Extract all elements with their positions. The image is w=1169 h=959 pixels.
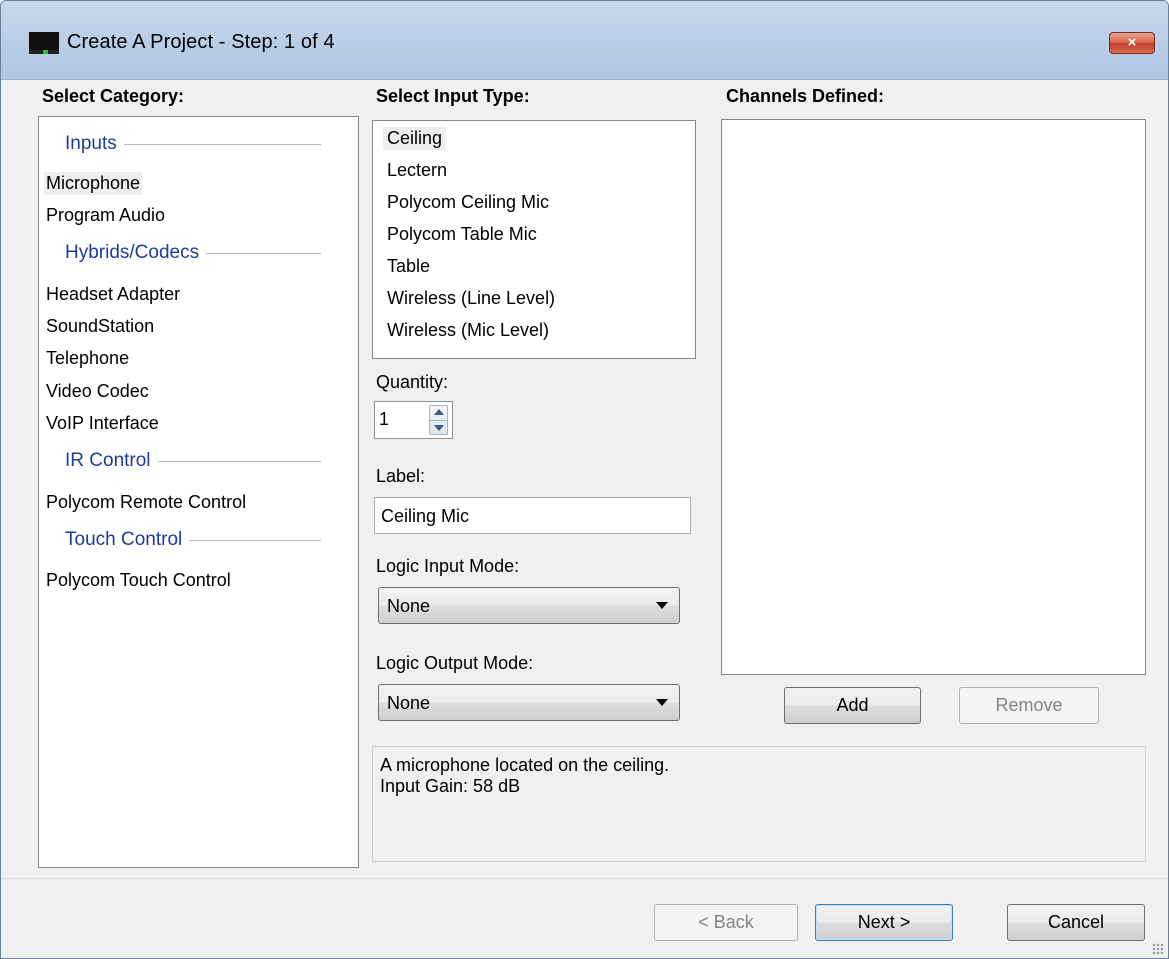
category-item-headset-adapter[interactable]: Headset Adapter (44, 283, 182, 306)
window-title: Create A Project - Step: 1 of 4 (67, 31, 335, 53)
resize-grip-icon[interactable] (1152, 943, 1164, 955)
create-project-dialog: Create A Project - Step: 1 of 4 × Select… (0, 0, 1169, 959)
group-title: IR Control (65, 450, 151, 471)
input-type-item-wireless-line-level[interactable]: Wireless (Line Level) (383, 287, 559, 310)
category-list[interactable]: Inputs Microphone Program Audio Hybrids/… (38, 116, 359, 868)
input-type-item-polycom-table-mic[interactable]: Polycom Table Mic (383, 223, 541, 246)
logic-input-mode-value: None (387, 596, 431, 616)
dialog-footer: < Back Next > Cancel (1, 878, 1168, 958)
input-type-item-table[interactable]: Table (383, 255, 434, 278)
channels-header: Channels Defined: (726, 86, 885, 106)
category-item-polycom-remote-control[interactable]: Polycom Remote Control (44, 491, 248, 514)
input-type-item-wireless-mic-level[interactable]: Wireless (Mic Level) (383, 319, 553, 342)
chevron-down-icon (656, 699, 668, 706)
category-header: Select Category: (42, 86, 185, 106)
description-line-2: Input Gain: 58 dB (380, 776, 521, 796)
monitor-icon (29, 32, 59, 54)
group-title: Inputs (65, 133, 117, 154)
description-box: A microphone located on the ceiling. Inp… (372, 746, 1146, 862)
logic-output-mode-value: None (387, 693, 431, 713)
input-type-item-polycom-ceiling-mic[interactable]: Polycom Ceiling Mic (383, 191, 553, 214)
description-line-1: A microphone located on the ceiling. (380, 755, 670, 775)
quantity-value: 1 (379, 409, 390, 429)
category-item-microphone[interactable]: Microphone (44, 172, 143, 195)
input-type-list[interactable]: Ceiling Lectern Polycom Ceiling Mic Poly… (372, 120, 696, 359)
next-button[interactable]: Next > (815, 904, 953, 941)
logic-input-mode-select[interactable]: None (378, 587, 680, 624)
category-item-program-audio[interactable]: Program Audio (44, 204, 167, 227)
close-icon: × (1127, 34, 1137, 51)
group-title: Hybrids/Codecs (65, 242, 200, 263)
category-item-video-codec[interactable]: Video Codec (44, 380, 151, 403)
group-title: Touch Control (65, 529, 183, 550)
cancel-button[interactable]: Cancel (1007, 904, 1145, 941)
group-header-touch-control: Touch Control (65, 529, 321, 551)
input-type-item-lectern[interactable]: Lectern (383, 159, 451, 182)
quantity-spin-buttons[interactable] (429, 405, 448, 435)
category-item-soundstation[interactable]: SoundStation (44, 315, 156, 338)
dialog-body: Select Category: Inputs Microphone Progr… (12, 80, 1158, 878)
group-header-inputs: Inputs (65, 133, 321, 155)
category-item-polycom-touch-control[interactable]: Polycom Touch Control (44, 569, 233, 592)
arrow-down-icon[interactable] (434, 425, 444, 431)
label-input[interactable]: Ceiling Mic (374, 497, 691, 534)
remove-button[interactable]: Remove (959, 687, 1099, 724)
arrow-up-icon[interactable] (434, 409, 444, 415)
quantity-label: Quantity: (376, 372, 449, 392)
group-header-ir-control: IR Control (65, 450, 321, 472)
channels-list[interactable] (721, 119, 1146, 675)
close-button[interactable]: × (1109, 32, 1155, 54)
chevron-down-icon (656, 602, 668, 609)
logic-output-mode-label: Logic Output Mode: (376, 653, 534, 673)
group-header-hybrids-codecs: Hybrids/Codecs (65, 242, 321, 264)
quantity-stepper[interactable]: 1 (374, 401, 453, 439)
logic-input-mode-label: Logic Input Mode: (376, 556, 520, 576)
label-field-label: Label: (376, 466, 426, 486)
back-button[interactable]: < Back (654, 904, 798, 941)
input-type-header: Select Input Type: (376, 86, 530, 106)
category-item-telephone[interactable]: Telephone (44, 347, 131, 370)
input-type-item-ceiling[interactable]: Ceiling (383, 127, 447, 150)
title-bar[interactable]: Create A Project - Step: 1 of 4 × (1, 1, 1168, 80)
add-button[interactable]: Add (784, 687, 921, 724)
category-item-voip-interface[interactable]: VoIP Interface (44, 412, 161, 435)
logic-output-mode-select[interactable]: None (378, 684, 680, 721)
